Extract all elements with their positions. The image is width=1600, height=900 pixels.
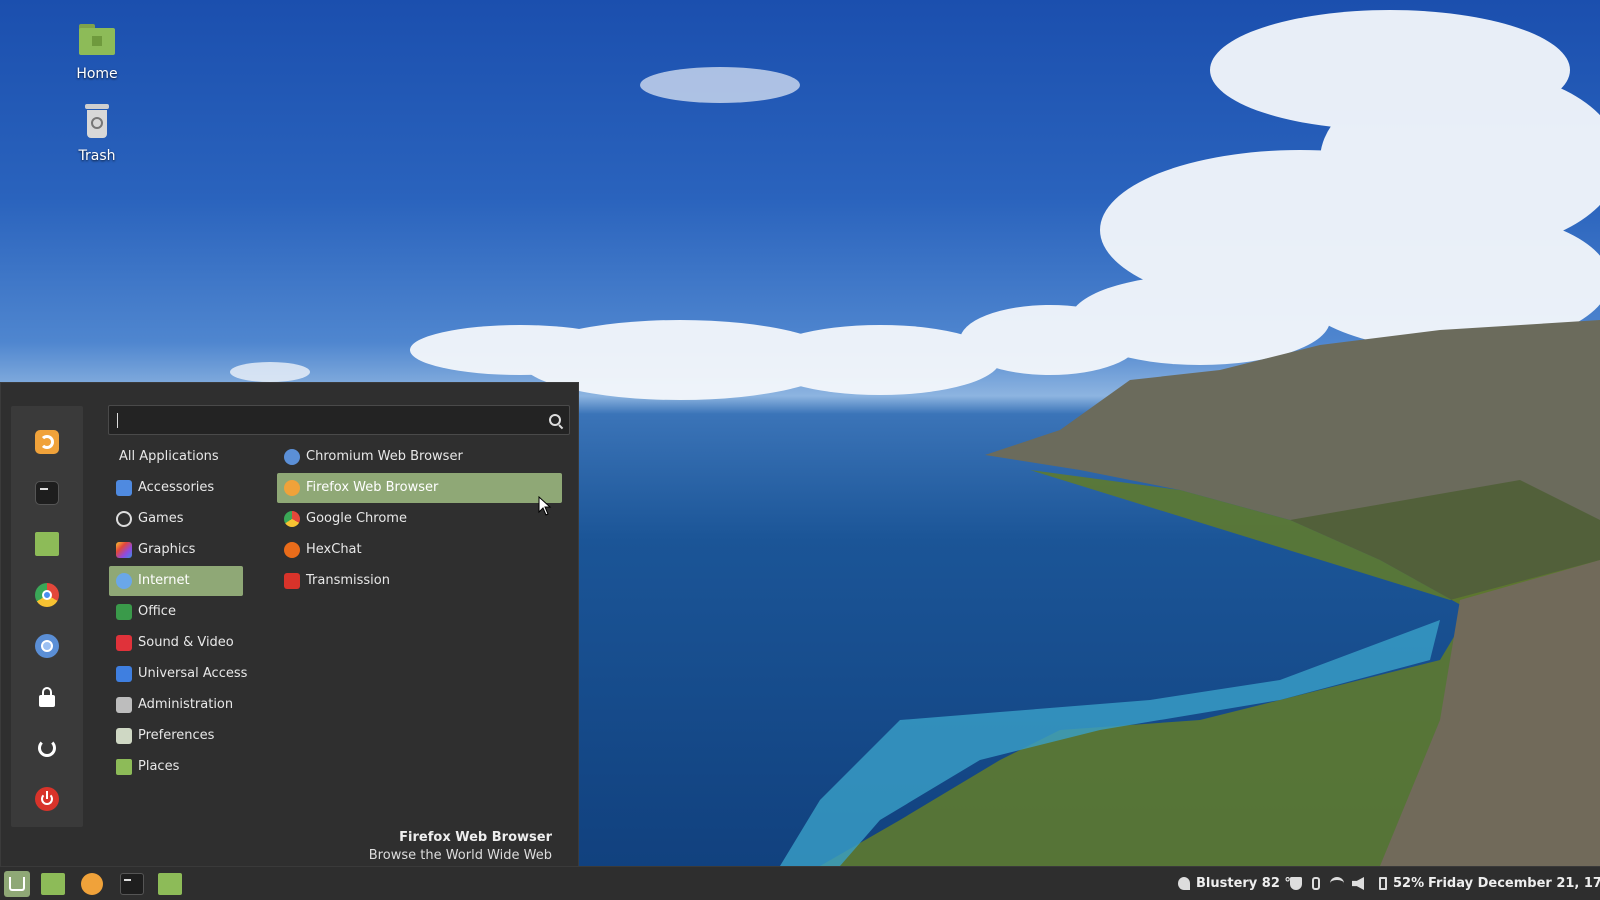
show-desktop-folder-icon[interactable] — [41, 873, 65, 895]
favorites-sidebar — [11, 406, 83, 827]
games-icon — [116, 511, 132, 527]
app-label: HexChat — [306, 542, 362, 557]
app-transmission[interactable]: Transmission — [277, 566, 562, 596]
folder-home-icon — [77, 20, 117, 60]
accessibility-icon — [116, 666, 132, 682]
firefox-icon[interactable] — [81, 873, 103, 895]
app-label: Firefox Web Browser — [306, 480, 439, 495]
search-icon[interactable] — [549, 414, 561, 426]
transmission-icon — [284, 573, 300, 589]
category-label: Sound & Video — [138, 635, 234, 650]
category-label: Preferences — [138, 728, 215, 743]
app-hexchat[interactable]: HexChat — [277, 535, 562, 565]
weather-icon[interactable] — [1178, 877, 1190, 890]
battery-icon[interactable] — [1379, 877, 1387, 890]
search-box[interactable] — [108, 405, 570, 435]
sound-video-icon — [116, 635, 132, 651]
mouse-cursor-icon — [538, 496, 552, 516]
firefox-icon[interactable] — [35, 430, 59, 454]
terminal-icon[interactable] — [35, 481, 59, 505]
power-icon[interactable] — [35, 787, 59, 811]
firefox-icon — [284, 480, 300, 496]
chrome-icon[interactable] — [35, 583, 59, 607]
mint-logo-icon[interactable] — [4, 871, 30, 897]
text-caret — [117, 413, 118, 428]
hexchat-icon — [284, 542, 300, 558]
files-folder-icon[interactable] — [158, 873, 182, 895]
battery-percentage[interactable]: 52% — [1393, 876, 1424, 891]
category-label: Internet — [138, 573, 190, 588]
app-description-subtitle: Browse the World Wide Web — [368, 848, 552, 863]
desktop-icon-trash[interactable]: Trash — [47, 102, 147, 164]
desktop-icon-home[interactable]: Home — [47, 20, 147, 82]
category-label: Graphics — [138, 542, 196, 557]
app-label: Transmission — [306, 573, 390, 588]
category-internet[interactable]: Internet — [109, 566, 243, 596]
app-description-title: Firefox Web Browser — [399, 830, 552, 845]
bluetooth-icon[interactable] — [1312, 877, 1320, 890]
category-office[interactable]: Office — [109, 597, 243, 627]
administration-icon — [116, 697, 132, 713]
clock[interactable]: Friday December 21, 17:49 — [1428, 876, 1600, 891]
category-sound-video[interactable]: Sound & Video — [109, 628, 243, 658]
category-label: Places — [138, 759, 180, 774]
category-preferences[interactable]: Preferences — [109, 721, 243, 751]
taskbar: Blustery 82 °F 52% Friday December 21, 1… — [0, 866, 1600, 900]
search-input[interactable] — [115, 410, 539, 432]
app-label: Google Chrome — [306, 511, 407, 526]
category-label: Office — [138, 604, 176, 619]
application-menu: All Applications Accessories Games Graph… — [0, 382, 579, 866]
app-label: Chromium Web Browser — [306, 449, 463, 464]
category-universal-access[interactable]: Universal Access — [109, 659, 247, 689]
places-folder-icon — [116, 759, 132, 775]
app-chromium[interactable]: Chromium Web Browser — [277, 442, 562, 472]
desktop-icon-label: Trash — [78, 148, 116, 164]
graphics-icon — [116, 542, 132, 558]
office-icon — [116, 604, 132, 620]
accessories-icon — [116, 480, 132, 496]
category-label: Administration — [138, 697, 234, 712]
desktop-icon-label: Home — [76, 66, 118, 82]
folder-icon[interactable] — [35, 532, 59, 556]
wifi-icon[interactable] — [1330, 877, 1344, 890]
app-google-chrome[interactable]: Google Chrome — [277, 504, 562, 534]
shield-icon[interactable] — [1290, 877, 1302, 890]
terminal-icon[interactable] — [120, 873, 144, 895]
weather-text[interactable]: Blustery 82 °F — [1196, 876, 1300, 891]
category-label: All Applications — [119, 449, 219, 464]
internet-icon — [116, 573, 132, 589]
app-firefox[interactable]: Firefox Web Browser — [277, 473, 562, 503]
category-games[interactable]: Games — [109, 504, 243, 534]
category-accessories[interactable]: Accessories — [109, 473, 243, 503]
chrome-icon — [284, 511, 300, 527]
lock-icon[interactable] — [35, 685, 59, 709]
category-label: Accessories — [138, 480, 215, 495]
volume-icon[interactable] — [1352, 877, 1364, 890]
category-graphics[interactable]: Graphics — [109, 535, 243, 565]
category-all-applications[interactable]: All Applications — [109, 442, 243, 472]
chromium-icon — [284, 449, 300, 465]
chromium-icon[interactable] — [35, 634, 59, 658]
category-label: Games — [138, 511, 184, 526]
category-places[interactable]: Places — [109, 752, 243, 782]
trash-icon — [77, 102, 117, 142]
category-administration[interactable]: Administration — [109, 690, 243, 720]
category-label: Universal Access — [138, 666, 248, 681]
preferences-icon — [116, 728, 132, 744]
logout-icon[interactable] — [35, 736, 59, 760]
